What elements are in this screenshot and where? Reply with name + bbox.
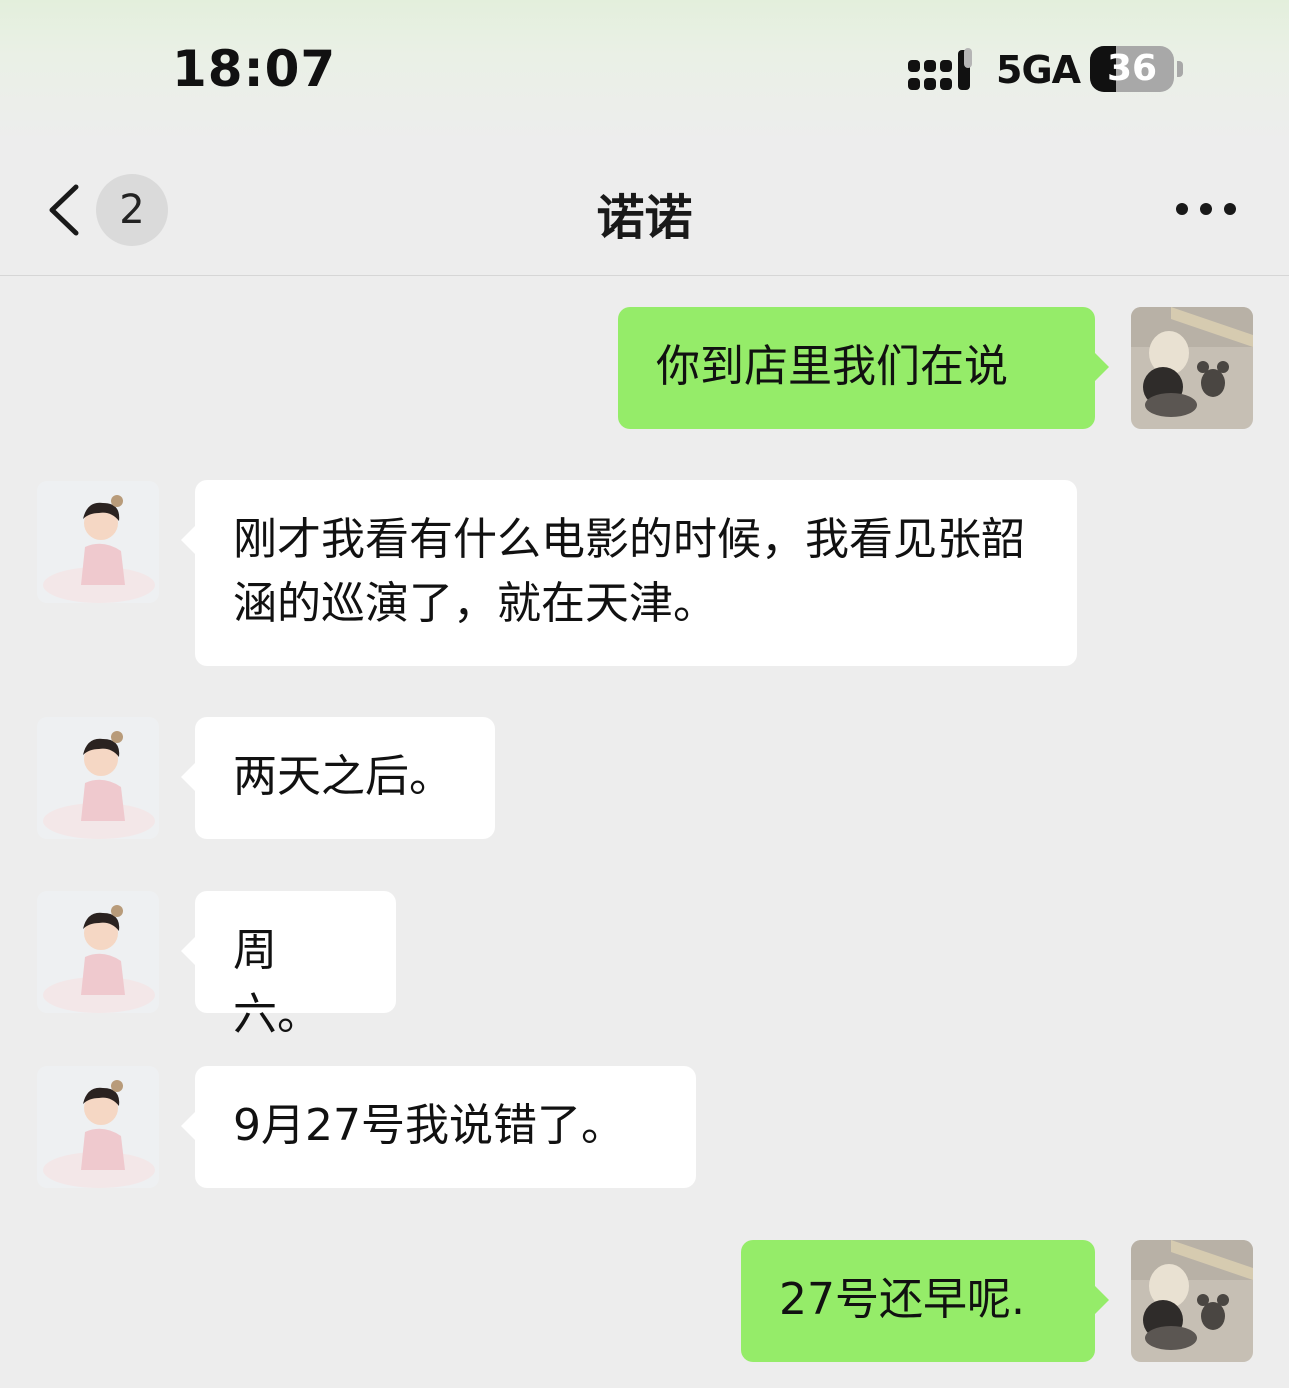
contact-avatar[interactable] xyxy=(37,717,159,839)
network-type: 5GA xyxy=(996,48,1081,92)
chat-header: 2 诺诺 xyxy=(0,140,1289,276)
girl-photo-icon xyxy=(37,717,159,839)
outgoing-message-bubble[interactable]: 你到店里我们在说 xyxy=(618,307,1109,429)
self-avatar[interactable] xyxy=(1131,307,1253,429)
incoming-message-bubble[interactable]: 两天之后。 xyxy=(181,717,495,839)
girl-photo-icon xyxy=(37,481,159,603)
toddler-photo-icon xyxy=(1131,1240,1253,1362)
chat-title: 诺诺 xyxy=(596,190,693,246)
girl-photo-icon xyxy=(37,891,159,1013)
cellular-signal-icon xyxy=(908,48,978,92)
incoming-message-bubble[interactable]: 刚才我看有什么电影的时候，我看见张韶涵的巡演了，就在天津。 xyxy=(181,480,1077,666)
more-dots-icon[interactable] xyxy=(1176,200,1236,220)
battery-icon: 36 xyxy=(1090,46,1174,92)
contact-avatar[interactable] xyxy=(37,891,159,1013)
contact-avatar[interactable] xyxy=(37,1066,159,1188)
self-avatar[interactable] xyxy=(1131,1240,1253,1362)
incoming-message-bubble[interactable]: 9月27号我说错了。 xyxy=(181,1066,696,1188)
incoming-message-bubble[interactable]: 周六。 xyxy=(181,891,396,1040)
toddler-photo-icon xyxy=(1131,307,1253,429)
status-bar: 18:07 5GA 36 xyxy=(0,0,1289,140)
outgoing-message-bubble[interactable]: 27号还早呢. xyxy=(741,1240,1109,1362)
contact-avatar[interactable] xyxy=(37,481,159,603)
battery-tip xyxy=(1177,61,1183,77)
battery-level: 36 xyxy=(1106,48,1158,89)
status-time: 18:07 xyxy=(172,40,337,98)
girl-photo-icon xyxy=(37,1066,159,1188)
